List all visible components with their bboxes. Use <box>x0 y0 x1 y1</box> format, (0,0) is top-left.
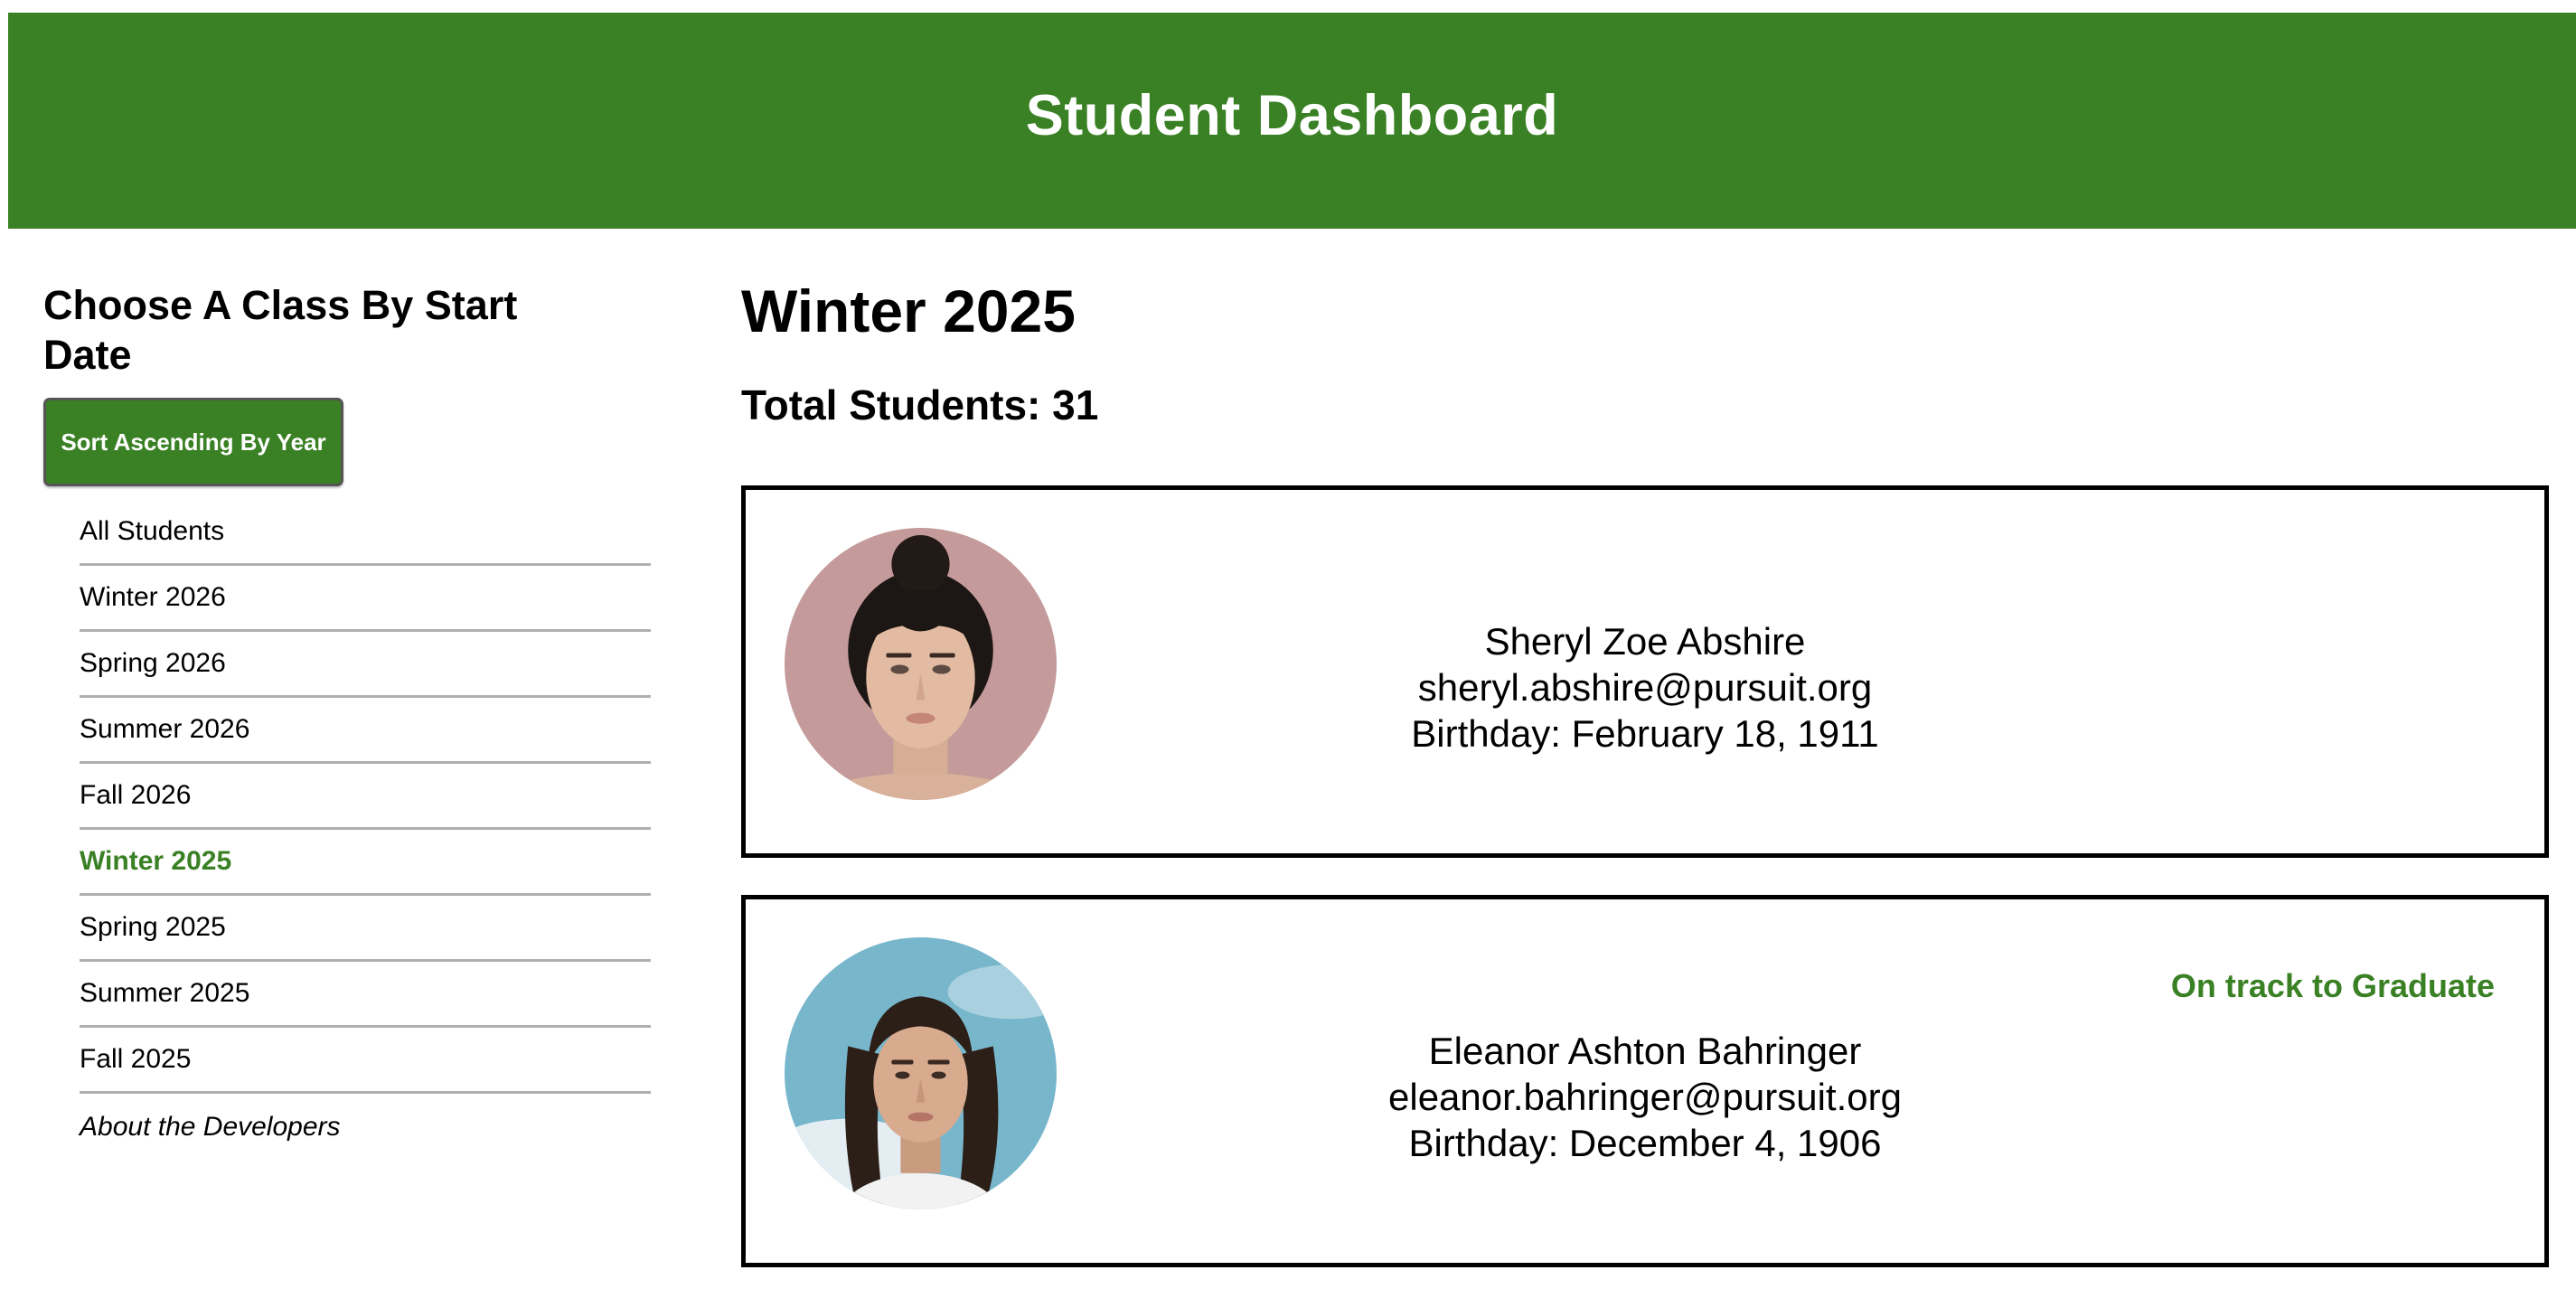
graduation-status: On track to Graduate <box>2170 967 2495 1004</box>
class-title: Winter 2025 <box>741 278 1076 344</box>
page: Student Dashboard Choose A Class By Star… <box>0 0 2576 1289</box>
student-name: Eleanor Ashton Bahringer <box>1428 1030 1862 1072</box>
class-item-spring-2025[interactable]: Spring 2025 <box>80 896 651 962</box>
sidebar-heading: Choose A Class By Start Date <box>43 282 518 378</box>
class-item-fall-2025[interactable]: Fall 2025 <box>80 1028 651 1094</box>
app-header: Student Dashboard <box>8 13 2576 229</box>
total-students: Total Students: 31 <box>741 381 1099 428</box>
class-item-spring-2026[interactable]: Spring 2026 <box>80 632 651 698</box>
about-developers-link[interactable]: About the Developers <box>80 1094 651 1160</box>
class-item-summer-2026[interactable]: Summer 2026 <box>80 698 651 764</box>
student-birthday: Birthday: December 4, 1906 <box>1408 1122 1882 1164</box>
class-item-winter-2026[interactable]: Winter 2026 <box>80 566 651 632</box>
student-card[interactable]: On track to Graduate Eleanor Ashton Bahr… <box>741 895 2549 1267</box>
sort-ascending-button[interactable]: Sort Ascending By Year <box>43 398 343 486</box>
class-item-fall-2026[interactable]: Fall 2026 <box>80 764 651 830</box>
student-name: Sheryl Zoe Abshire <box>1484 620 1806 663</box>
student-info: Sheryl Zoe Abshire sheryl.abshire@pursui… <box>746 618 2544 757</box>
student-info: Eleanor Ashton Bahringer eleanor.bahring… <box>746 1028 2544 1166</box>
student-email: sheryl.abshire@pursuit.org <box>1417 666 1873 709</box>
student-birthday: Birthday: February 18, 1911 <box>1411 712 1879 755</box>
class-item-all-students[interactable]: All Students <box>80 500 651 566</box>
page-title: Student Dashboard <box>1025 84 1559 147</box>
sidebar: Choose A Class By Start Date Sort Ascend… <box>43 280 658 1160</box>
class-item-summer-2025[interactable]: Summer 2025 <box>80 962 651 1028</box>
main-content: Winter 2025 Total Students: 31 Sheryl Zo… <box>741 271 2549 1267</box>
student-email: eleanor.bahringer@pursuit.org <box>1388 1076 1902 1118</box>
class-list: All Students Winter 2026 Spring 2026 Sum… <box>80 500 651 1160</box>
student-card[interactable]: Sheryl Zoe Abshire sheryl.abshire@pursui… <box>741 485 2549 858</box>
class-item-winter-2025[interactable]: Winter 2025 <box>80 830 651 896</box>
